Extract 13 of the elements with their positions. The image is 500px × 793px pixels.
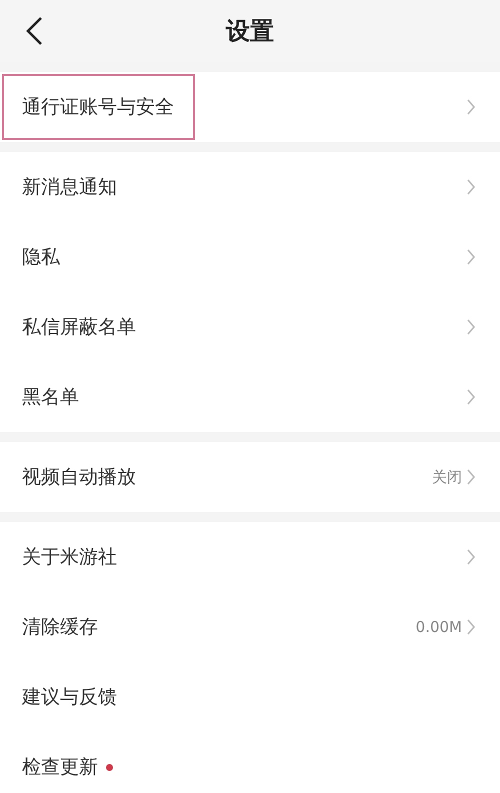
settings-item[interactable]: 黑名单	[0, 362, 500, 432]
settings-item[interactable]: 建议与反馈	[0, 662, 500, 732]
settings-item[interactable]: 清除缓存 0.00M	[0, 592, 500, 662]
item-value: 关闭	[432, 468, 462, 486]
settings-item[interactable]: 隐私	[0, 222, 500, 292]
settings-item[interactable]: 新消息通知	[0, 152, 500, 222]
settings-item[interactable]: 通行证账号与安全	[0, 72, 500, 142]
page-title: 设置	[226, 16, 274, 47]
settings-item[interactable]: 关于米游社	[0, 522, 500, 592]
settings-item[interactable]: 检查更新	[0, 732, 500, 793]
item-value: 0.00M	[416, 618, 462, 636]
settings-item[interactable]: 视频自动播放 关闭	[0, 442, 500, 512]
settings-item[interactable]: 私信屏蔽名单	[0, 292, 500, 362]
